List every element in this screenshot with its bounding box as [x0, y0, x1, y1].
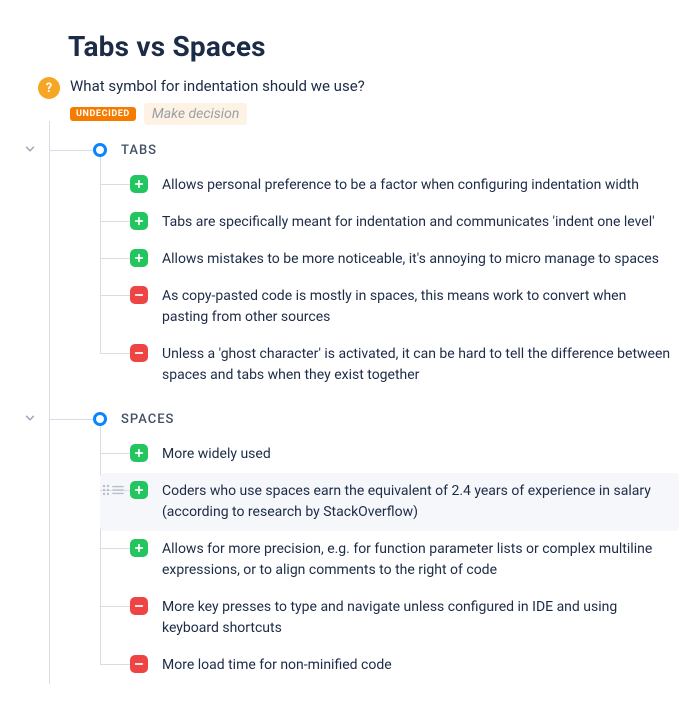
root-question: What symbol for indentation should we us…: [70, 77, 679, 95]
argument-item[interactable]: Allows for more precision, e.g. for func…: [100, 531, 679, 589]
pro-icon: [130, 481, 148, 499]
con-icon: [130, 597, 148, 615]
section-label: TABS: [121, 143, 157, 158]
argument-text: As copy-pasted code is mostly in spaces,…: [162, 286, 671, 328]
status-badge: UNDECIDED: [70, 107, 136, 121]
argument-item[interactable]: As copy-pasted code is mostly in spaces,…: [100, 278, 679, 336]
argument-item[interactable]: More widely used: [100, 436, 679, 473]
row-drag-handle[interactable]: [102, 484, 124, 496]
option-bullet-icon: [93, 143, 107, 157]
con-icon: [130, 655, 148, 673]
argument-item[interactable]: More load time for non-minified code: [100, 647, 679, 684]
chevron-down-icon[interactable]: [23, 142, 39, 158]
argument-item[interactable]: Unless a 'ghost character' is activated,…: [100, 336, 679, 394]
con-icon: [130, 286, 148, 304]
argument-text: Coders who use spaces earn the equivalen…: [162, 481, 671, 523]
argument-text: Allows mistakes to be more noticeable, i…: [162, 249, 659, 270]
question-icon: ?: [38, 77, 60, 99]
section-header[interactable]: SPACES: [49, 408, 679, 430]
argument-item[interactable]: Coders who use spaces earn the equivalen…: [100, 473, 679, 531]
make-decision-button[interactable]: Make decision: [144, 103, 247, 125]
argument-item[interactable]: Tabs are specifically meant for indentat…: [100, 204, 679, 241]
pro-icon: [130, 249, 148, 267]
section-header[interactable]: TABS: [49, 139, 679, 161]
argument-item[interactable]: More key presses to type and navigate un…: [100, 589, 679, 647]
argument-text: More key presses to type and navigate un…: [162, 597, 671, 639]
pro-icon: [130, 539, 148, 557]
chevron-down-icon[interactable]: [23, 411, 39, 427]
argument-text: More widely used: [162, 444, 271, 465]
argument-text: Tabs are specifically meant for indentat…: [162, 212, 655, 233]
argument-item[interactable]: Allows mistakes to be more noticeable, i…: [100, 241, 679, 278]
section-tabs: TABS Allows personal preference to be a f…: [49, 125, 679, 394]
root-node[interactable]: ? What symbol for indentation should we …: [38, 77, 679, 125]
pro-icon: [130, 212, 148, 230]
option-bullet-icon: [93, 412, 107, 426]
argument-item[interactable]: Allows personal preference to be a facto…: [100, 167, 679, 204]
con-icon: [130, 344, 148, 362]
pro-icon: [130, 175, 148, 193]
decision-tree: ? What symbol for indentation should we …: [20, 77, 679, 684]
argument-text: More load time for non-minified code: [162, 655, 392, 676]
section-children: More widely used Coders who use spaces ea…: [100, 430, 679, 684]
pro-icon: [130, 444, 148, 462]
page-title: Tabs vs Spaces: [68, 30, 679, 63]
argument-text: Allows for more precision, e.g. for func…: [162, 539, 671, 581]
section-spaces: SPACES More widely used Coders who use spa…: [49, 394, 679, 684]
section-label: SPACES: [121, 412, 174, 427]
argument-text: Allows personal preference to be a facto…: [162, 175, 639, 196]
argument-text: Unless a 'ghost character' is activated,…: [162, 344, 671, 386]
section-children: Allows personal preference to be a facto…: [100, 161, 679, 394]
